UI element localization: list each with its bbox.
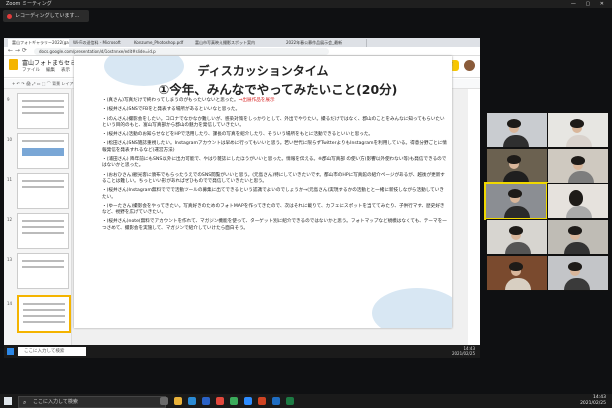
windows-start-icon[interactable] xyxy=(7,348,14,355)
note-item: ・(のんさん)撮影会をしたい。コロナでなかなか難しいが、感染対策をしっかりとして… xyxy=(102,116,445,128)
note-item: ・(桜井さん)SNSでFBをと発表する場所があるといいなと思った。 xyxy=(102,107,241,113)
search-placeholder: ここに入力して検索 xyxy=(33,399,78,405)
nav-arrows-icon[interactable]: ← → ⟳ xyxy=(8,47,27,54)
menu-item[interactable]: 編集 xyxy=(46,68,55,73)
slide-thumbnail[interactable] xyxy=(17,93,69,129)
note-item: ・(おおひさん)観光客に頒布でもらったうえでのSNS閲覧がいいと思う。(元島さん… xyxy=(102,172,445,184)
browser-tab[interactable]: 富山市写真映え撮影スポット案内 xyxy=(191,39,286,47)
zoom-titlebar: Zoom ミーティング — ▢ ✕ xyxy=(0,0,612,8)
slide-title: ディスカッションタイム xyxy=(197,64,329,78)
slide-subtitle: ①今年、みんなでやってみたいこと(20分) xyxy=(158,82,398,97)
search-input[interactable]: ここに入力して検索 xyxy=(18,347,86,356)
edge-icon[interactable] xyxy=(188,397,196,405)
excel-icon[interactable] xyxy=(286,397,294,405)
participant-video[interactable] xyxy=(486,148,548,184)
slide-filmstrip: 9 10 11 12 13 14 xyxy=(4,89,72,349)
note-item: ・(ゆーたさん)撮影会をやってきたい。写真好きのためのフォトMAPを作ってきたの… xyxy=(102,203,445,216)
recording-badge[interactable]: レコーディングしています... xyxy=(3,10,89,22)
search-icon: ⌕ xyxy=(23,399,27,406)
note-item: ・(松田さん)SNS雑誌重視したい。Instagramアカウントは早めに行っても… xyxy=(102,141,447,153)
discussion-notes: ・(真さん)写真だけで終わってしまうのがもったいないと思った。⇒出展作品を展示 … xyxy=(102,98,448,235)
participant-video[interactable] xyxy=(547,112,609,148)
clock: 14:43 2021/02/25 xyxy=(452,346,475,356)
browser-tab[interactable]: Wi-Fiの送信料 - Microsoft xyxy=(69,39,134,47)
decorative-shape xyxy=(372,288,452,328)
recording-label: レコーディングしています... xyxy=(15,13,80,19)
clock-date: 2021/02/25 xyxy=(451,351,475,356)
task-view-icon[interactable] xyxy=(160,397,168,405)
powerpoint-icon[interactable] xyxy=(258,397,266,405)
slide-thumbnail[interactable] xyxy=(17,133,69,169)
browser-tab[interactable]: 2022年春公募作品展示会_最新 xyxy=(282,39,367,47)
avatar[interactable] xyxy=(464,60,475,71)
slide-thumbnail-selected[interactable] xyxy=(17,295,71,333)
thumb-number: 9 xyxy=(7,97,10,102)
search-input[interactable]: ⌕ ここに入力して検索 xyxy=(18,396,166,408)
participant-video[interactable] xyxy=(486,112,548,148)
zoom-icon[interactable] xyxy=(244,397,252,405)
address-bar: ← → ⟳ docs.google.com/presentation/d/1os… xyxy=(4,47,480,56)
note-item: ・(真さん)写真だけで終わってしまうのがもったいないと思った。⇒出展作品を展示 xyxy=(102,98,275,103)
participant-video[interactable] xyxy=(547,219,609,255)
participant-video[interactable] xyxy=(547,183,609,219)
window-controls[interactable]: — ▢ ✕ xyxy=(571,0,608,8)
note-item: ・(桜井さん)Instagram無料ででで活動ツールの募集に出てできるという認識… xyxy=(102,188,444,200)
mail-icon[interactable] xyxy=(202,397,210,405)
record-icon xyxy=(7,14,12,19)
menu-item[interactable]: 表示 xyxy=(61,68,70,73)
clock-date: 2021/02/25 xyxy=(580,401,606,406)
shared-screen-taskbar: ここに入力して検索 14:43 2021/02/25 xyxy=(4,345,480,358)
clock: 14:43 2021/02/25 xyxy=(580,395,606,407)
participant-video-speaking[interactable] xyxy=(484,182,548,220)
word-icon[interactable] xyxy=(272,397,280,405)
note-item: ・(桜井さん)note(無料でアカウントを作れて、マガジン機能を使って、ターゲッ… xyxy=(102,219,447,231)
file-explorer-icon[interactable] xyxy=(174,397,182,405)
participant-video[interactable] xyxy=(486,219,548,255)
menu-item[interactable]: ファイル xyxy=(22,68,40,73)
thumb-number: 10 xyxy=(7,137,13,142)
note-item: ・(桜井さん)活動のお知らせなどをHPで活用したり、課長の写真を紹介したり、そう… xyxy=(102,132,374,138)
thumb-number: 11 xyxy=(7,177,13,182)
windows-taskbar: ⌕ ここに入力して検索 14:43 2021/02/25 xyxy=(0,394,612,408)
slide-thumbnail[interactable] xyxy=(17,213,69,249)
browser-tab[interactable]: 富山フォトギャラリー2022(gallery) xyxy=(8,39,73,47)
thumb-number: 13 xyxy=(7,257,13,262)
windows-start-icon[interactable] xyxy=(4,397,12,405)
app-icon[interactable] xyxy=(216,397,224,405)
current-slide[interactable]: ディスカッションタイム ①今年、みんなでやってみたいこと(20分) ・(真さん)… xyxy=(74,56,452,328)
browser-tabbar: 富山フォトギャラリー2022(gallery) Wi-Fiの送信料 - Micr… xyxy=(4,38,480,47)
thumb-number: 14 xyxy=(7,301,13,306)
zoom-window-title: Zoom ミーティング xyxy=(6,1,52,7)
participant-video[interactable] xyxy=(547,255,609,291)
slide-thumbnail[interactable] xyxy=(17,253,69,289)
thumb-number: 12 xyxy=(7,217,13,222)
participant-video[interactable] xyxy=(486,255,548,291)
slides-logo-icon[interactable] xyxy=(9,59,18,70)
participant-video[interactable] xyxy=(547,148,609,184)
browser-tab[interactable]: Konzume_Photoshop.pdf xyxy=(130,39,195,47)
url-field[interactable]: docs.google.com/presentation/d/1ostnnxe/… xyxy=(34,48,329,55)
note-item: ・(浦田さん) 降年前にもSNS以外に出力可能で、やはり雑誌にしたほうがいいと思… xyxy=(102,157,447,169)
chrome-icon[interactable] xyxy=(230,397,238,405)
slide-thumbnail[interactable] xyxy=(17,173,69,209)
